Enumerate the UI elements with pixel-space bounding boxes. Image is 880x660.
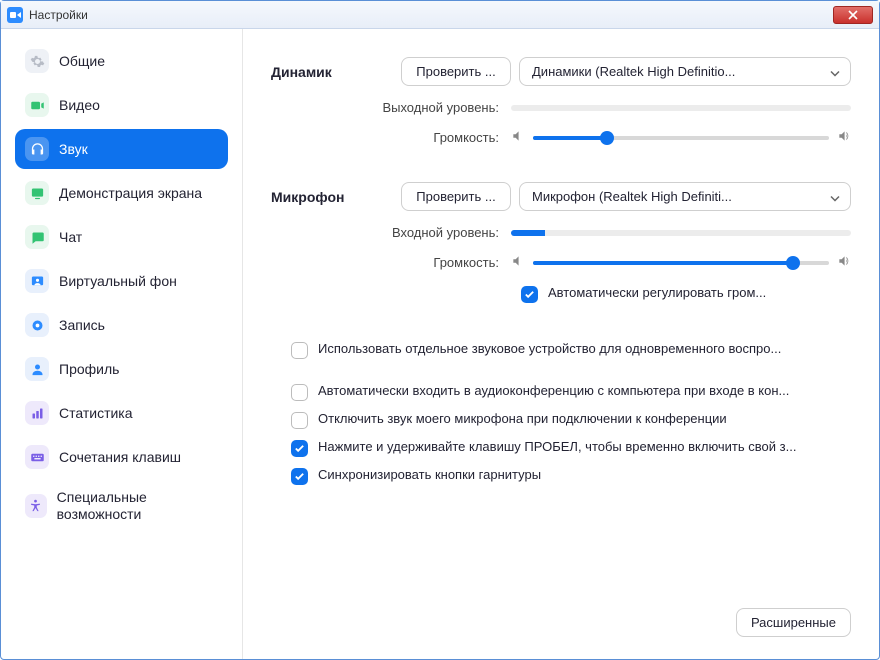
headphones-icon (25, 137, 49, 161)
sidebar-item-label: Виртуальный фон (59, 273, 177, 290)
option-mute-on-join-checkbox[interactable]: Отключить звук моего микрофона при подкл… (291, 411, 851, 429)
speaker-heading: Динамик (271, 64, 401, 80)
speaker-volume-slider[interactable] (533, 136, 829, 140)
option-separate-device-label: Использовать отдельное звуковое устройст… (318, 341, 851, 356)
volume-high-icon (837, 129, 851, 146)
gear-icon (25, 49, 49, 73)
sidebar-item-label: Чат (59, 229, 82, 246)
close-icon (848, 10, 858, 20)
checkbox-empty-icon (291, 342, 308, 359)
screen-icon (25, 181, 49, 205)
sidebar-item-label: Общие (59, 53, 105, 70)
speaker-test-button[interactable]: Проверить ... (401, 57, 511, 86)
speaker-volume-label: Громкость: (271, 130, 511, 145)
sidebar-item-profile[interactable]: Профиль (15, 349, 228, 389)
speaker-output-meter (511, 105, 851, 111)
option-auto-join-audio-label: Автоматически входить в аудиоконференцию… (318, 383, 851, 398)
sidebar-item-shortcuts[interactable]: Сочетания клавиш (15, 437, 228, 477)
option-separate-device-checkbox[interactable]: Использовать отдельное звуковое устройст… (291, 341, 851, 359)
close-button[interactable] (833, 6, 873, 24)
option-spacebar-unmute-checkbox[interactable]: Нажмите и удерживайте клавишу ПРОБЕЛ, чт… (291, 439, 851, 457)
sidebar-item-label: Звук (59, 141, 88, 158)
mic-auto-adjust-checkbox[interactable]: Автоматически регулировать гром... (521, 285, 851, 303)
chevron-down-icon (830, 189, 840, 204)
window-title: Настройки (29, 8, 88, 22)
option-sync-headset-checkbox[interactable]: Синхронизировать кнопки гарнитуры (291, 467, 851, 485)
sidebar-item-label: Запись (59, 317, 105, 334)
sidebar: Общие Видео Звук Демонстрация экрана (1, 29, 243, 659)
checkbox-checked-icon (291, 468, 308, 485)
option-spacebar-unmute-label: Нажмите и удерживайте клавишу ПРОБЕЛ, чт… (318, 439, 851, 454)
mic-auto-adjust-label: Автоматически регулировать гром... (548, 285, 851, 300)
titlebar: Настройки (1, 1, 879, 29)
virtualbg-icon (25, 269, 49, 293)
sidebar-item-chat[interactable]: Чат (15, 217, 228, 257)
sidebar-item-label: Профиль (59, 361, 119, 378)
mic-volume-label: Громкость: (271, 255, 511, 270)
sidebar-item-stats[interactable]: Статистика (15, 393, 228, 433)
checkbox-empty-icon (291, 384, 308, 401)
mic-device-value: Микрофон (Realtek High Definiti... (532, 189, 732, 204)
chevron-down-icon (830, 64, 840, 79)
volume-low-icon (511, 254, 525, 271)
profile-icon (25, 357, 49, 381)
settings-content: Динамик Проверить ... Динамики (Realtek … (243, 29, 879, 659)
sidebar-item-label: Сочетания клавиш (59, 449, 181, 466)
speaker-output-level-label: Выходной уровень: (271, 100, 511, 115)
speaker-device-value: Динамики (Realtek High Definitio... (532, 64, 735, 79)
sidebar-item-label: Демонстрация экрана (59, 185, 202, 202)
mic-heading: Микрофон (271, 189, 401, 205)
sidebar-item-general[interactable]: Общие (15, 41, 228, 81)
sidebar-item-accessibility[interactable]: Специальные возможности (15, 481, 228, 531)
checkbox-empty-icon (291, 412, 308, 429)
sidebar-item-label: Статистика (59, 405, 133, 422)
option-auto-join-audio-checkbox[interactable]: Автоматически входить в аудиоконференцию… (291, 383, 851, 401)
sidebar-item-audio[interactable]: Звук (15, 129, 228, 169)
sidebar-item-virtualbg[interactable]: Виртуальный фон (15, 261, 228, 301)
volume-low-icon (511, 129, 525, 146)
sidebar-item-label: Специальные возможности (57, 489, 218, 523)
chat-icon (25, 225, 49, 249)
checkbox-checked-icon (291, 440, 308, 457)
sidebar-item-video[interactable]: Видео (15, 85, 228, 125)
option-sync-headset-label: Синхронизировать кнопки гарнитуры (318, 467, 851, 482)
app-icon (7, 7, 23, 23)
option-mute-on-join-label: Отключить звук моего микрофона при подкл… (318, 411, 851, 426)
video-icon (25, 93, 49, 117)
sidebar-item-label: Видео (59, 97, 100, 114)
checkbox-checked-icon (521, 286, 538, 303)
speaker-device-select[interactable]: Динамики (Realtek High Definitio... (519, 57, 851, 86)
volume-high-icon (837, 254, 851, 271)
mic-volume-slider[interactable] (533, 261, 829, 265)
accessibility-icon (25, 494, 47, 518)
record-icon (25, 313, 49, 337)
mic-input-meter (511, 230, 851, 236)
mic-input-level-label: Входной уровень: (271, 225, 511, 240)
keyboard-icon (25, 445, 49, 469)
sidebar-item-record[interactable]: Запись (15, 305, 228, 345)
stats-icon (25, 401, 49, 425)
sidebar-item-screenshare[interactable]: Демонстрация экрана (15, 173, 228, 213)
mic-test-button[interactable]: Проверить ... (401, 182, 511, 211)
mic-device-select[interactable]: Микрофон (Realtek High Definiti... (519, 182, 851, 211)
advanced-button[interactable]: Расширенные (736, 608, 851, 637)
